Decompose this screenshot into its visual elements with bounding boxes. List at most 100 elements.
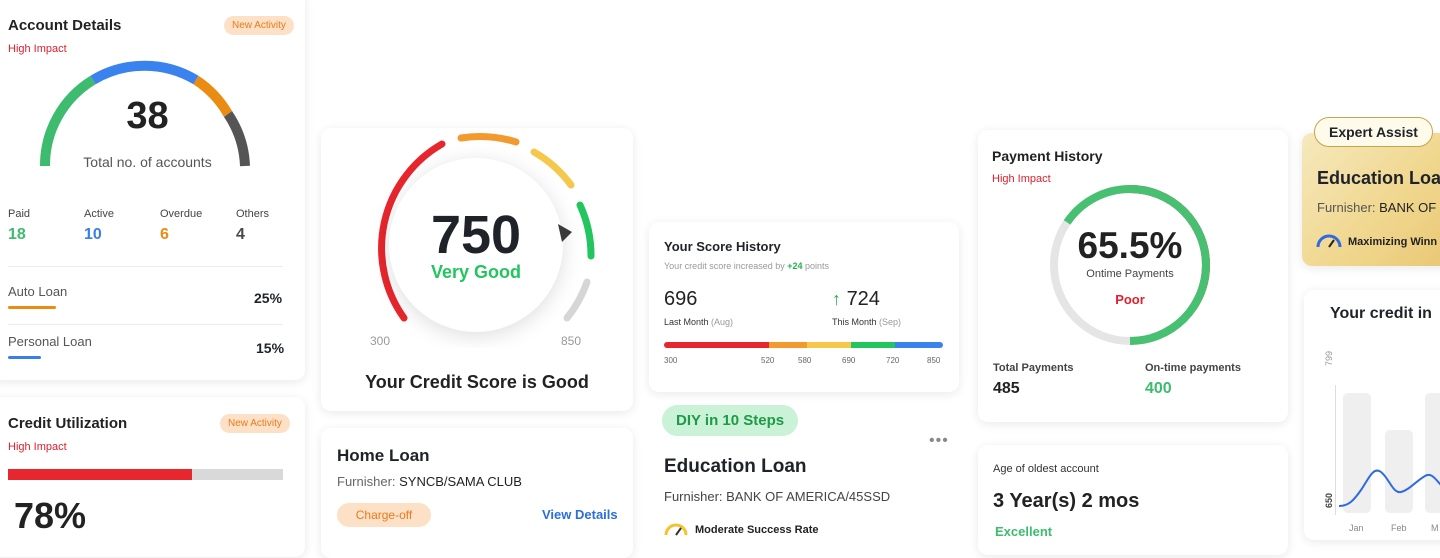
new-activity-badge: New Activity <box>220 414 290 433</box>
y-axis-line <box>1335 385 1336 515</box>
scale-580: 580 <box>798 356 812 365</box>
credit-insight-card: Your credit in 799 650 Jan Feb M <box>1304 290 1440 540</box>
ontime-percent: 65.5% <box>1077 225 1183 266</box>
stat-value-paid: 18 <box>8 226 26 243</box>
total-payments-value: 485 <box>993 380 1020 397</box>
diy-badge[interactable]: DIY in 10 Steps <box>662 405 799 436</box>
last-month-text: Last Month <box>664 317 709 327</box>
oldest-account-label: Age of oldest account <box>993 463 1099 475</box>
stat-label-overdue: Overdue <box>160 208 203 220</box>
furnisher-value: SYNCB/SAMA CLUB <box>399 474 522 489</box>
credit-score-headline: Your Credit Score is Good <box>365 372 589 392</box>
this-month-label: This Month (Sep) <box>832 317 901 327</box>
scale-300: 300 <box>664 356 678 365</box>
oldest-account-value: 3 Year(s) 2 mos <box>993 490 1140 512</box>
impact-label: High Impact <box>8 441 67 453</box>
personal-loan-label: Personal Loan <box>8 334 92 349</box>
score-max: 850 <box>561 334 582 348</box>
subtitle-post: points <box>802 261 830 271</box>
score-min: 300 <box>370 334 391 348</box>
range-very-good <box>851 342 895 348</box>
payment-rating: Poor <box>1115 292 1145 307</box>
home-loan-furnisher: Furnisher: SYNCB/SAMA CLUB <box>337 474 522 489</box>
y-axis-bottom: 650 <box>1324 492 1334 508</box>
x-label-mar: M <box>1431 523 1439 533</box>
this-month-number: 724 <box>846 288 880 310</box>
account-details-card: Account Details New Activity High Impact… <box>0 0 305 380</box>
range-fair <box>769 342 807 348</box>
scale-690: 690 <box>842 356 856 365</box>
this-month-period: (Sep) <box>879 317 902 327</box>
subtitle-pre: Your credit score increased by <box>664 261 788 271</box>
credit-utilization-card: Credit Utilization New Activity High Imp… <box>0 397 305 557</box>
stat-value-active: 10 <box>84 226 102 243</box>
education-loan-furnisher: Furnisher: BANK OF AMERICA/45SSD <box>664 489 891 504</box>
furnisher-label: Furnisher: <box>1317 200 1380 215</box>
ontime-label: Ontime Payments <box>1086 268 1174 280</box>
auto-loan-bar <box>8 306 56 309</box>
range-poor <box>664 342 769 348</box>
stat-label-others: Others <box>236 208 270 220</box>
home-loan-title: Home Loan <box>337 446 430 465</box>
scale-720: 720 <box>886 356 900 365</box>
impact-label: High Impact <box>8 43 67 55</box>
total-payments-label: Total Payments <box>993 362 1074 374</box>
education-loan-title: Education Loan <box>664 456 807 477</box>
auto-loan-label: Auto Loan <box>8 284 68 299</box>
stat-value-others: 4 <box>236 226 245 243</box>
personal-loan-percent: 15% <box>256 340 285 356</box>
arrow-up-icon: ↑ <box>832 289 841 309</box>
utilization-percent: 78% <box>14 495 87 536</box>
payment-history-title: Payment History <box>992 148 1103 164</box>
new-activity-badge: New Activity <box>224 16 294 35</box>
ontime-payments-label: On-time payments <box>1145 362 1241 374</box>
last-month-period: (Aug) <box>711 317 734 327</box>
success-rate-icon <box>664 523 688 536</box>
scale-520: 520 <box>761 356 775 365</box>
credit-score-value: 750 <box>430 205 522 265</box>
score-range-bar <box>664 342 943 348</box>
expert-loan-title: Education Loa <box>1317 168 1440 188</box>
y-axis-top: 799 <box>1324 350 1334 366</box>
impact-label: High Impact <box>992 173 1051 185</box>
expert-assist-card: Education Loa Furnisher: BANK OF Maximiz… <box>1302 133 1440 266</box>
total-accounts-label: Total no. of accounts <box>83 154 212 170</box>
scale-850: 850 <box>927 356 941 365</box>
score-history-card: Your Score History Your credit score inc… <box>649 222 959 392</box>
furnisher-value: BANK OF <box>1379 200 1437 215</box>
oldest-account-rating: Excellent <box>995 524 1053 539</box>
expert-tagline: Maximizing Winn <box>1348 236 1438 248</box>
divider <box>8 266 283 267</box>
credit-score-rating: Very Good <box>430 262 522 282</box>
more-options-icon[interactable]: ••• <box>929 432 949 450</box>
this-month-text: This Month <box>832 317 877 327</box>
range-excellent <box>895 342 943 348</box>
utilization-fill <box>8 469 193 480</box>
score-history-title: Your Score History <box>664 239 781 254</box>
total-accounts-value: 38 <box>126 95 169 137</box>
utilization-track <box>8 469 283 480</box>
furnisher-label: Furnisher: <box>337 474 400 489</box>
credit-utilization-title: Credit Utilization <box>8 415 128 432</box>
score-trend-line <box>1339 469 1440 507</box>
x-label-jan: Jan <box>1349 523 1364 533</box>
personal-loan-bar <box>8 356 41 359</box>
credit-score-card: 750 Very Good 300 850 Your Credit Score … <box>321 128 633 411</box>
score-history-subtitle: Your credit score increased by +24 point… <box>664 261 829 271</box>
payment-history-card: Payment History High Impact 65.5% Ontime… <box>978 130 1288 422</box>
view-details-link[interactable]: View Details <box>542 507 618 522</box>
this-month-value: ↑ 724 <box>832 288 880 311</box>
subtitle-delta: +24 <box>787 261 803 271</box>
range-good <box>807 342 851 348</box>
success-rate-label: Moderate Success Rate <box>695 524 819 536</box>
expert-assist-badge[interactable]: Expert Assist <box>1314 117 1433 147</box>
divider <box>8 324 283 325</box>
x-label-feb: Feb <box>1391 523 1407 533</box>
last-month-label: Last Month (Aug) <box>664 317 733 327</box>
charge-off-badge: Charge-off <box>337 503 431 527</box>
gauge-icon <box>1316 234 1342 248</box>
account-details-title: Account Details <box>8 17 122 34</box>
stat-value-overdue: 6 <box>160 226 169 243</box>
ontime-payments-value: 400 <box>1145 380 1172 397</box>
expert-furnisher: Furnisher: BANK OF <box>1317 200 1436 215</box>
